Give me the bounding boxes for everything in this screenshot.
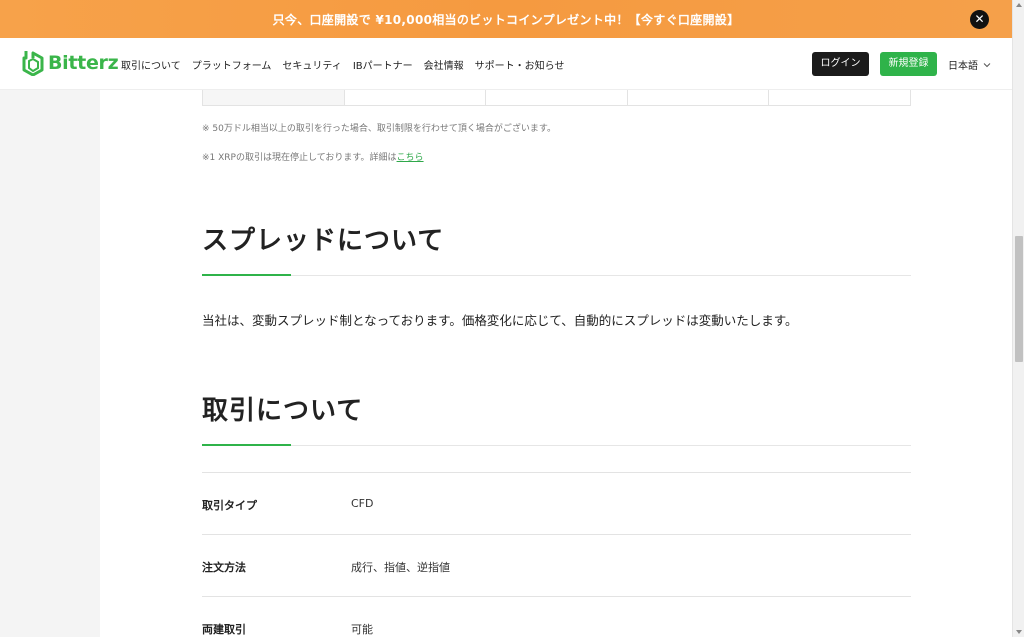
nav-item-support[interactable]: サポート・お知らせ bbox=[475, 57, 565, 72]
nav-item-ib-partner[interactable]: IBパートナー bbox=[353, 57, 413, 72]
trading-divider bbox=[202, 445, 911, 446]
note-xrp-text: ※1 XRPの取引は現在停止しております。詳細は bbox=[202, 153, 397, 163]
nav-item-security[interactable]: セキュリティ bbox=[282, 57, 341, 72]
note-trade-limit: ※ 50万ドル相当以上の取引を行った場合、取引制限を行わせて頂く場合がございます… bbox=[202, 124, 556, 134]
nav-item-trading[interactable]: 取引について bbox=[121, 57, 181, 72]
language-selector[interactable]: 日本語 bbox=[948, 57, 991, 72]
row-value: CFD bbox=[351, 497, 374, 510]
logo[interactable]: Bitterz bbox=[22, 50, 119, 76]
language-label: 日本語 bbox=[948, 61, 978, 72]
table-cell bbox=[628, 90, 770, 105]
nav-item-platform[interactable]: プラットフォーム bbox=[192, 57, 272, 72]
main-content: ※ 50万ドル相当以上の取引を行った場合、取引制限を行わせて頂く場合がございます… bbox=[100, 90, 1012, 637]
note-xrp-link[interactable]: こちら bbox=[397, 153, 424, 163]
row-value: 成行、指値、逆指値 bbox=[351, 561, 450, 574]
chevron-down-icon bbox=[983, 62, 991, 67]
site-header: Bitterz 取引について プラットフォーム セキュリティ IBパートナー 会… bbox=[0, 38, 1012, 90]
trading-heading: 取引について bbox=[202, 396, 364, 426]
trading-accent-bar bbox=[202, 444, 291, 446]
table-row: 両建取引 可能 bbox=[202, 596, 911, 637]
spread-divider bbox=[202, 275, 911, 276]
spread-accent-bar bbox=[202, 274, 291, 276]
login-button[interactable]: ログイン bbox=[812, 52, 869, 76]
table-row: 注文方法 成行、指値、逆指値 bbox=[202, 534, 911, 596]
scroll-up-icon[interactable] bbox=[1016, 3, 1022, 7]
row-label: 両建取引 bbox=[202, 623, 246, 636]
spread-heading: スプレッドについて bbox=[202, 226, 445, 256]
promo-banner[interactable]: 只今、口座開設で ¥10,000相当のビットコインプレゼント中！【今すぐ口座開設… bbox=[0, 0, 1012, 38]
scrollbar-thumb[interactable] bbox=[1015, 236, 1023, 362]
promo-text[interactable]: 只今、口座開設で ¥10,000相当のビットコインプレゼント中！【今すぐ口座開設… bbox=[273, 11, 740, 28]
signup-button[interactable]: 新規登録 bbox=[880, 52, 937, 76]
table-cell bbox=[345, 90, 487, 105]
main-nav: 取引について プラットフォーム セキュリティ IBパートナー 会社情報 サポート… bbox=[121, 57, 575, 72]
scroll-down-icon[interactable] bbox=[1016, 630, 1022, 634]
page-scrollbar[interactable] bbox=[1012, 0, 1024, 637]
nav-item-company[interactable]: 会社情報 bbox=[424, 57, 464, 72]
bitterz-logo-icon bbox=[22, 51, 44, 76]
table-cell bbox=[203, 90, 345, 105]
fee-table-bottom bbox=[202, 90, 911, 106]
table-row: 取引タイプ CFD bbox=[202, 472, 911, 534]
row-label: 取引タイプ bbox=[202, 499, 257, 512]
row-label: 注文方法 bbox=[202, 561, 246, 574]
spread-description: 当社は、変動スプレッド制となっております。価格変化に応じて、自動的にスプレッドは… bbox=[202, 313, 798, 328]
close-icon[interactable]: ✕ bbox=[970, 10, 989, 29]
table-cell bbox=[486, 90, 628, 105]
note-xrp: ※1 XRPの取引は現在停止しております。詳細はこちら bbox=[202, 150, 424, 163]
table-cell bbox=[769, 90, 910, 105]
row-value: 可能 bbox=[351, 623, 373, 636]
logo-text: Bitterz bbox=[48, 52, 119, 74]
